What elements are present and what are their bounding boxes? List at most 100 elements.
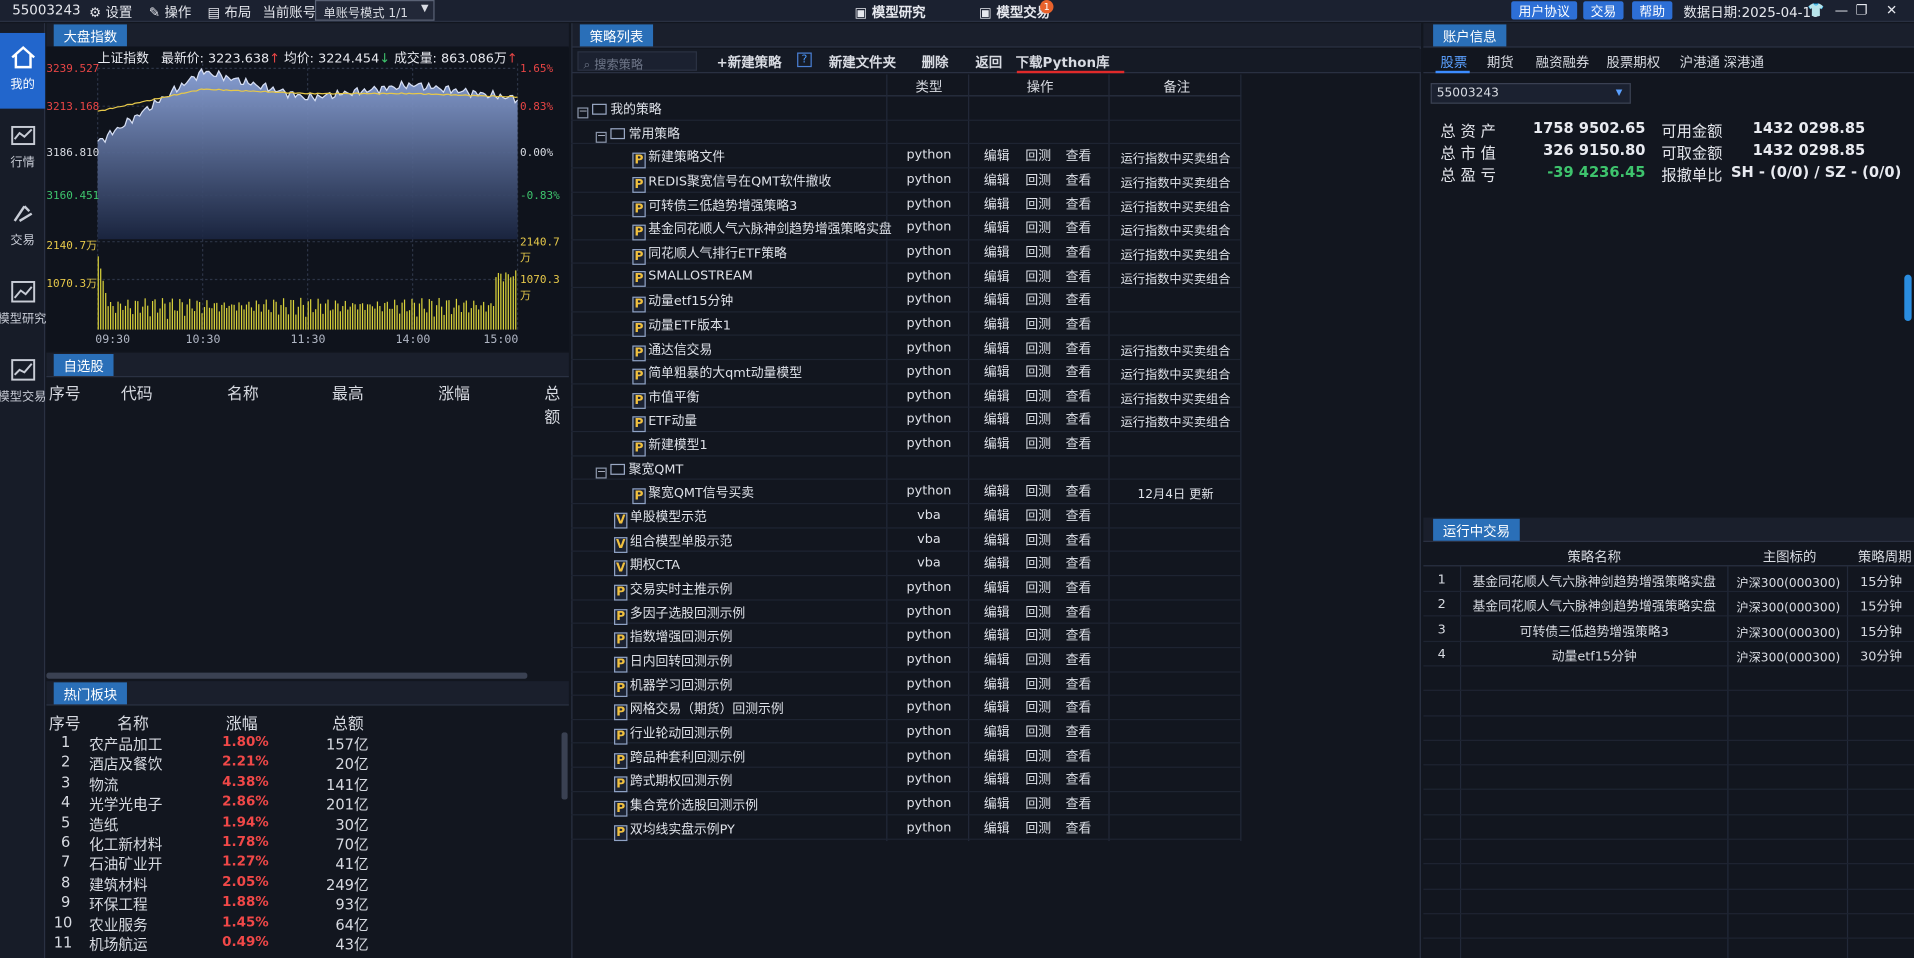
edit-button[interactable]: 编辑 <box>984 603 1010 621</box>
nav-mine[interactable]: 我的 <box>0 32 46 109</box>
strategy-row[interactable]: P SMALLOSTREAM python 编辑 回测 查看 运行指数中买卖组合 <box>571 264 1241 289</box>
strategy-row[interactable]: P 跨式期权回测示例 python 编辑 回测 查看 <box>571 768 1241 793</box>
subtab-margin[interactable]: 融资融券 <box>1536 52 1590 72</box>
strategy-folder-row[interactable]: − 常用策略 <box>571 120 1241 145</box>
strategy-row[interactable]: P 新建模型1 python 编辑 回测 查看 <box>571 432 1241 457</box>
strategy-row[interactable]: V 单股模型示范 vba 编辑 回测 查看 <box>571 504 1241 529</box>
col-ops[interactable]: 操作 <box>1027 77 1054 97</box>
subtab-futures[interactable]: 期货 <box>1487 52 1514 72</box>
watchlist-tab[interactable]: 自选股 <box>53 354 114 376</box>
user-agreement-button[interactable]: 用户协议 <box>1511 1 1578 20</box>
backtest-button[interactable]: 回测 <box>1025 171 1051 189</box>
backtest-button[interactable]: 回测 <box>1025 531 1051 549</box>
watchlist-hscrollbar[interactable] <box>46 672 528 679</box>
download-python-button[interactable]: 下载Python库 <box>1016 52 1110 72</box>
edit-button[interactable]: 编辑 <box>984 818 1010 836</box>
nav-market[interactable]: 行情 <box>0 111 45 187</box>
sector-row[interactable]: 8 建筑材料 2.05% 249亿 <box>46 874 559 894</box>
col-remark[interactable]: 备注 <box>1163 77 1190 97</box>
edit-button[interactable]: 编辑 <box>984 483 1010 501</box>
edit-button[interactable]: 编辑 <box>984 531 1010 549</box>
view-button[interactable]: 查看 <box>1066 195 1092 213</box>
new-strategy-button[interactable]: +新建策略 <box>717 52 782 72</box>
strategy-folder-row[interactable]: − 我的策略 <box>571 96 1241 121</box>
edit-button[interactable]: 编辑 <box>984 723 1010 741</box>
backtest-button[interactable]: 回测 <box>1025 363 1051 381</box>
hs-col-change[interactable]: 涨幅 <box>226 710 258 733</box>
view-button[interactable]: 查看 <box>1066 291 1092 309</box>
sector-row[interactable]: 3 物流 4.38% 141亿 <box>46 774 559 794</box>
subtab-szhk[interactable]: 深港通 <box>1724 52 1764 72</box>
view-button[interactable]: 查看 <box>1066 267 1092 285</box>
model-research-menu[interactable]: ▣ 模型研究 <box>854 2 925 22</box>
view-button[interactable]: 查看 <box>1066 651 1092 669</box>
view-button[interactable]: 查看 <box>1066 243 1092 261</box>
backtest-button[interactable]: 回测 <box>1025 339 1051 357</box>
view-button[interactable]: 查看 <box>1066 315 1092 333</box>
back-button[interactable]: 返回 <box>975 52 1002 72</box>
hs-col-index[interactable]: 序号 <box>49 710 81 733</box>
backtest-button[interactable]: 回测 <box>1025 291 1051 309</box>
index-tab[interactable]: 大盘指数 <box>53 24 127 47</box>
strategy-row[interactable]: P 可转债三低趋势增强策略3 python 编辑 回测 查看 运行指数中买卖组合 <box>571 192 1241 217</box>
strategy-row[interactable]: P 动量etf15分钟 python 编辑 回测 查看 <box>571 288 1241 313</box>
hot-sectors-vscrollbar[interactable] <box>561 732 568 800</box>
sector-row[interactable]: 9 环保工程 1.88% 93亿 <box>46 894 559 914</box>
edit-button[interactable]: 编辑 <box>984 267 1010 285</box>
view-button[interactable]: 查看 <box>1066 770 1092 788</box>
view-button[interactable]: 查看 <box>1066 147 1092 165</box>
running-col-period[interactable]: 策略周期 <box>1858 547 1912 567</box>
running-col-name[interactable]: 策略名称 <box>1567 547 1621 567</box>
hs-col-name[interactable]: 名称 <box>117 710 149 733</box>
edit-button[interactable]: 编辑 <box>984 219 1010 237</box>
view-button[interactable]: 查看 <box>1066 531 1092 549</box>
backtest-button[interactable]: 回测 <box>1025 411 1051 429</box>
index-chart[interactable]: 上证指数 最新价: 3223.638↑ 均价: 3224.454↓ 成交量: 8… <box>46 46 569 352</box>
edit-button[interactable]: 编辑 <box>984 411 1010 429</box>
edit-button[interactable]: 编辑 <box>984 651 1010 669</box>
strategy-row[interactable]: P 多因子选股回测示例 python 编辑 回测 查看 <box>571 600 1241 625</box>
backtest-button[interactable]: 回测 <box>1025 195 1051 213</box>
sector-row[interactable]: 1 农产品加工 1.80% 157亿 <box>46 734 559 754</box>
view-button[interactable]: 查看 <box>1066 794 1092 812</box>
view-button[interactable]: 查看 <box>1066 603 1092 621</box>
view-button[interactable]: 查看 <box>1066 387 1092 405</box>
backtest-button[interactable]: 回测 <box>1025 219 1051 237</box>
view-button[interactable]: 查看 <box>1066 483 1092 501</box>
backtest-button[interactable]: 回测 <box>1025 243 1051 261</box>
trade-button[interactable]: 交易 <box>1583 1 1624 20</box>
view-button[interactable]: 查看 <box>1066 723 1092 741</box>
edit-button[interactable]: 编辑 <box>984 507 1010 525</box>
watchlist-col-code[interactable]: 代码 <box>121 381 153 404</box>
minimize-icon[interactable]: — <box>1835 2 1848 18</box>
backtest-button[interactable]: 回测 <box>1025 675 1051 693</box>
view-button[interactable]: 查看 <box>1066 818 1092 836</box>
strategy-tab[interactable]: 策略列表 <box>579 24 654 47</box>
view-button[interactable]: 查看 <box>1066 699 1092 717</box>
sector-row[interactable]: 5 造纸 1.94% 30亿 <box>46 814 559 834</box>
collapse-icon[interactable]: − <box>577 107 589 119</box>
skin-icon[interactable]: 👕 <box>1808 2 1825 18</box>
watchlist-col-name[interactable]: 名称 <box>227 381 259 404</box>
edit-button[interactable]: 编辑 <box>984 291 1010 309</box>
account-side-scroll[interactable] <box>1904 274 1912 322</box>
strategy-row[interactable]: P 指数增强回测示例 python 编辑 回测 查看 <box>571 624 1241 649</box>
operations-menu[interactable]: ✎ 操作 <box>149 2 191 22</box>
strategy-row[interactable]: V 期权CTA vba 编辑 回测 查看 <box>571 552 1241 577</box>
backtest-button[interactable]: 回测 <box>1025 699 1051 717</box>
edit-button[interactable]: 编辑 <box>984 675 1010 693</box>
view-button[interactable]: 查看 <box>1066 675 1092 693</box>
delete-button[interactable]: 删除 <box>922 52 949 72</box>
view-button[interactable]: 查看 <box>1066 555 1092 573</box>
backtest-button[interactable]: 回测 <box>1025 267 1051 285</box>
edit-button[interactable]: 编辑 <box>984 435 1010 453</box>
account-tab[interactable]: 账户信息 <box>1433 24 1507 47</box>
backtest-button[interactable]: 回测 <box>1025 723 1051 741</box>
strategy-folder-row[interactable]: − 聚宽QMT <box>571 456 1241 481</box>
sector-row[interactable]: 4 光学光电子 2.86% 201亿 <box>46 794 559 814</box>
view-button[interactable]: 查看 <box>1066 435 1092 453</box>
backtest-button[interactable]: 回测 <box>1025 794 1051 812</box>
backtest-button[interactable]: 回测 <box>1025 315 1051 333</box>
subtab-stock[interactable]: 股票 <box>1440 52 1467 72</box>
watchlist-col-high[interactable]: 最高 <box>332 381 364 404</box>
